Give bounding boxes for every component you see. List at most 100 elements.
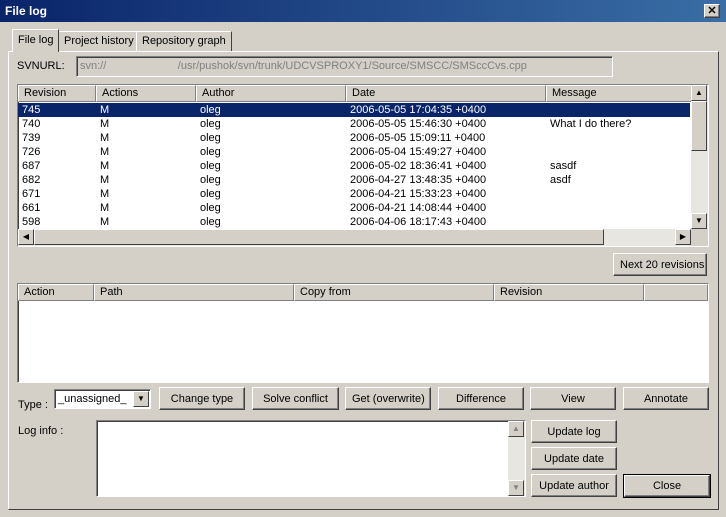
column-header-revision[interactable]: Revision	[18, 85, 96, 102]
type-label: Type :	[18, 399, 48, 411]
cell-author: oleg	[200, 160, 221, 172]
revisions-hscrollbar[interactable]: ◀ ▶	[18, 229, 691, 246]
arrow-left-icon: ◀	[22, 232, 30, 241]
cell-revision: 682	[22, 174, 41, 186]
scrollbar-thumb[interactable]	[691, 101, 707, 151]
column-header-message[interactable]: Message	[546, 85, 696, 102]
update-author-button[interactable]: Update author	[531, 474, 617, 497]
cell-date: 2006-05-05 15:46:30 +0400	[350, 118, 487, 130]
cell-author: oleg	[200, 132, 221, 144]
cell-date: 2006-05-02 18:36:41 +0400	[350, 160, 487, 172]
arrow-down-icon: ▼	[695, 216, 703, 225]
tab-file-log[interactable]: File log	[12, 29, 60, 52]
cell-action: M	[100, 132, 110, 144]
table-row[interactable]: 598 Moleg 2006-04-06 18:17:43 +0400	[18, 215, 690, 229]
column-header-copy-from[interactable]: Copy from	[294, 284, 494, 301]
cell-date: 2006-05-05 17:04:35 +0400	[350, 104, 487, 116]
arrow-up-icon: ▲	[512, 424, 520, 433]
get-overwrite-button[interactable]: Get (overwrite)	[345, 387, 431, 410]
view-button[interactable]: View	[530, 387, 616, 410]
cell-message: What I do there?	[550, 118, 632, 130]
arrow-down-icon: ▼	[512, 483, 520, 492]
cell-revision: 687	[22, 160, 41, 172]
paths-header: Action Path Copy from Revision	[18, 284, 708, 301]
revisions-list[interactable]: Revision Actions Author Date Message 745…	[17, 84, 709, 247]
table-row[interactable]: 682 Moleg 2006-04-27 13:48:35 +0400 asdf	[18, 173, 690, 187]
type-select[interactable]: _unassigned_ ▼	[54, 389, 151, 409]
type-select-value: _unassigned_	[58, 393, 127, 405]
table-row[interactable]: 671 Moleg 2006-04-21 15:33:23 +0400	[18, 187, 690, 201]
cell-action: M	[100, 174, 110, 186]
column-header-empty	[644, 284, 708, 301]
cell-message: asdf	[550, 174, 571, 186]
update-log-button[interactable]: Update log	[531, 420, 617, 443]
cell-author: oleg	[200, 118, 221, 130]
annotate-button[interactable]: Annotate	[623, 387, 709, 410]
tab-label: Repository graph	[142, 35, 226, 47]
cell-action: M	[100, 118, 110, 130]
cell-revision: 745	[22, 104, 41, 116]
log-info-label: Log info :	[18, 425, 64, 437]
close-window-button[interactable]: ✕	[704, 4, 720, 18]
cell-revision: 740	[22, 118, 41, 130]
log-scroll-down-button[interactable]: ▼	[508, 480, 524, 496]
cell-revision: 739	[22, 132, 41, 144]
scroll-up-button[interactable]: ▲	[691, 85, 707, 101]
cell-date: 2006-04-06 18:17:43 +0400	[350, 216, 487, 228]
cell-revision: 671	[22, 188, 41, 200]
revisions-rows: 745 Moleg 2006-05-05 17:04:35 +0400 740 Mole…	[18, 103, 690, 229]
scroll-down-button[interactable]: ▼	[691, 213, 707, 229]
change-type-button[interactable]: Change type	[159, 387, 245, 410]
window-title: File log	[5, 4, 47, 18]
log-info-textarea[interactable]: ▲ ▼	[96, 420, 526, 497]
table-row[interactable]: 687 Moleg 2006-05-02 18:36:41 +0400 sasdf	[18, 159, 690, 173]
chevron-down-icon: ▼	[137, 394, 145, 403]
table-row[interactable]: 739 Moleg 2006-05-05 15:09:11 +0400	[18, 131, 690, 145]
arrow-right-icon: ▶	[679, 232, 687, 241]
type-dropdown-button[interactable]: ▼	[133, 391, 149, 407]
close-icon: ✕	[707, 5, 717, 17]
cell-date: 2006-05-04 15:49:27 +0400	[350, 146, 487, 158]
difference-button[interactable]: Difference	[438, 387, 524, 410]
next-revisions-button[interactable]: Next 20 revisions	[613, 253, 707, 276]
column-header-actions[interactable]: Actions	[96, 85, 196, 102]
tab-repository-graph[interactable]: Repository graph	[136, 31, 232, 51]
cell-author: oleg	[200, 188, 221, 200]
arrow-up-icon: ▲	[695, 88, 703, 97]
cell-action: M	[100, 146, 110, 158]
solve-conflict-button[interactable]: Solve conflict	[252, 387, 339, 410]
cell-revision: 598	[22, 216, 41, 228]
changed-paths-list[interactable]: Action Path Copy from Revision	[17, 283, 709, 383]
revisions-vscrollbar[interactable]: ▲ ▼	[691, 85, 708, 229]
hscrollbar-thumb[interactable]	[34, 229, 604, 245]
log-info-vscrollbar[interactable]: ▲ ▼	[508, 421, 525, 496]
table-row[interactable]: 661 Moleg 2006-04-21 14:08:44 +0400	[18, 201, 690, 215]
column-header-path[interactable]: Path	[94, 284, 294, 301]
cell-date: 2006-04-21 14:08:44 +0400	[350, 202, 487, 214]
column-header-author[interactable]: Author	[196, 85, 346, 102]
cell-action: M	[100, 160, 110, 172]
tab-project-history[interactable]: Project history	[58, 31, 140, 51]
revisions-header: Revision Actions Author Date Message	[18, 85, 708, 102]
scroll-right-button[interactable]: ▶	[675, 229, 691, 245]
cell-date: 2006-04-27 13:48:35 +0400	[350, 174, 487, 186]
scroll-left-button[interactable]: ◀	[18, 229, 34, 245]
svnurl-field[interactable]: svn:// /usr/pushok/svn/trunk/UDCVSPROXY1…	[76, 56, 613, 77]
cell-author: oleg	[200, 146, 221, 158]
column-header-path-revision[interactable]: Revision	[494, 284, 644, 301]
table-row[interactable]: 745 Moleg 2006-05-05 17:04:35 +0400	[18, 103, 690, 117]
column-header-date[interactable]: Date	[346, 85, 546, 102]
title-bar: File log	[0, 0, 726, 22]
column-header-action[interactable]: Action	[18, 284, 94, 301]
log-scroll-up-button[interactable]: ▲	[508, 421, 524, 437]
cell-message: sasdf	[550, 160, 577, 172]
table-row[interactable]: 726 Moleg 2006-05-04 15:49:27 +0400	[18, 145, 690, 159]
close-button[interactable]: Close	[623, 474, 711, 498]
cell-revision: 661	[22, 202, 41, 214]
update-date-button[interactable]: Update date	[531, 447, 617, 470]
cell-action: M	[100, 216, 110, 228]
table-row[interactable]: 740 Moleg 2006-05-05 15:46:30 +0400 What I …	[18, 117, 690, 131]
scrollbar-corner	[691, 229, 708, 246]
cell-action: M	[100, 202, 110, 214]
cell-action: M	[100, 104, 110, 116]
